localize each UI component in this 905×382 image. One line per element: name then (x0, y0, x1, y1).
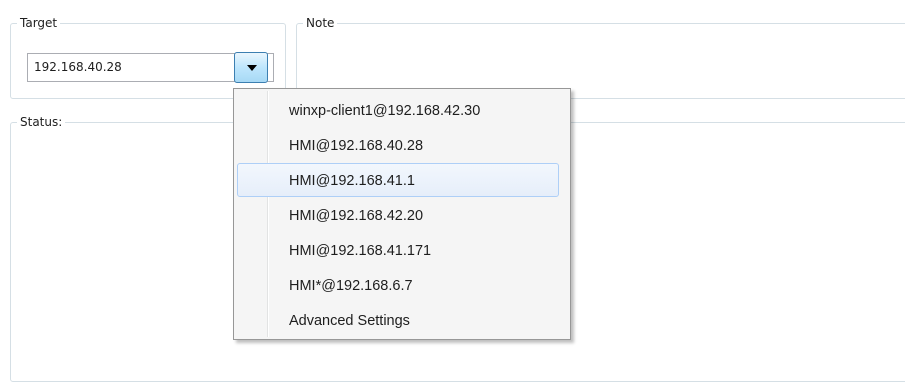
note-label: Note (303, 16, 338, 31)
dropdown-item-hmi-6-7[interactable]: HMI*@192.168.6.7 (237, 268, 559, 302)
dropdown-item-winxp-client1[interactable]: winxp-client1@192.168.42.30 (237, 93, 559, 127)
dropdown-item-hmi-42-20[interactable]: HMI@192.168.42.20 (237, 198, 559, 232)
target-combobox-value: 192.168.40.28 (34, 60, 122, 74)
status-label: Status: (17, 115, 66, 130)
dropdown-item-hmi-40-28[interactable]: HMI@192.168.40.28 (237, 128, 559, 162)
target-dropdown-button[interactable] (234, 52, 268, 83)
chevron-down-icon (247, 65, 257, 71)
target-dropdown-list[interactable]: winxp-client1@192.168.42.30 HMI@192.168.… (233, 88, 571, 340)
dropdown-item-hmi-41-171[interactable]: HMI@192.168.41.171 (237, 233, 559, 267)
target-label: Target (17, 16, 61, 31)
dropdown-item-advanced-settings[interactable]: Advanced Settings (237, 303, 559, 337)
dropdown-item-hmi-41-1[interactable]: HMI@192.168.41.1 (237, 163, 559, 197)
